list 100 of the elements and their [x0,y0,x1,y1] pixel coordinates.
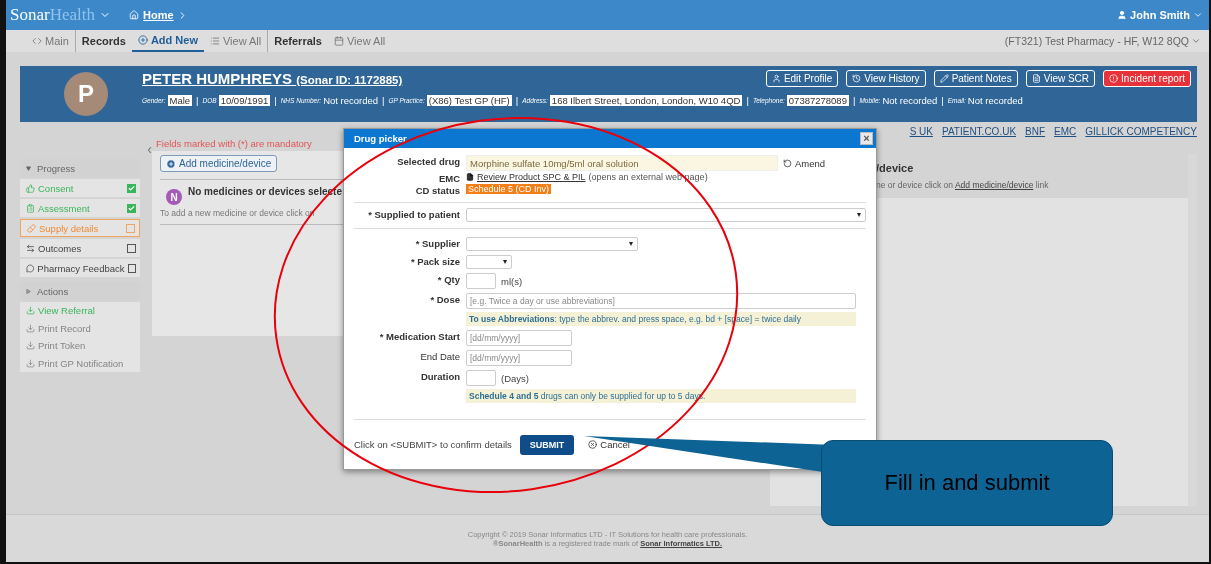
dropdown-arrow-icon [857,213,861,217]
nav-tab[interactable]: Referrals [267,30,328,52]
review-product-link[interactable]: Review Product SPC & PIL [477,172,586,182]
amend-link[interactable]: Amend [783,157,826,169]
nav-tab[interactable]: Records [74,30,132,52]
reference-link[interactable]: S UK [909,126,933,142]
reference-link[interactable]: GILLICK COMPETENCY [1085,126,1197,142]
field-label: * Pack size [409,255,460,267]
date-field[interactable]: [dd/mm/yyyy] [466,350,572,366]
pencil-icon [939,74,949,83]
field-label: * Dose [429,293,460,305]
home-icon [129,10,139,20]
patient-name[interactable]: PETER HUMPHREYS (Sonar ID: 1172885) [142,70,403,87]
panel-heading: /device [876,162,915,174]
nav-tab[interactable]: View All [203,30,268,52]
reference-link[interactable]: EMC [1054,126,1077,142]
download-icon [26,358,35,368]
pill-icon [27,223,36,233]
patient-action-button[interactable]: Edit Profile [765,70,839,87]
download-icon [26,323,35,333]
home-link[interactable]: Home [143,9,174,21]
field-label: Duration [419,370,460,382]
dropdown-field[interactable] [466,208,866,222]
separator: | [941,95,944,106]
unit-label: ml(s) [501,275,523,287]
field-label: * Supplier [414,237,460,249]
field-label: * Medication Start [378,330,460,342]
separator: | [746,95,749,106]
reference-link[interactable]: BNF [1025,126,1046,142]
patient-action-button[interactable]: View History [846,70,926,87]
chevron-down-icon [1191,36,1201,46]
document-icon [1031,74,1041,83]
separator: | [274,95,277,106]
patient-action-button[interactable]: Incident report [1103,70,1191,87]
field-label: * Qty [436,273,460,285]
separator: | [196,95,199,106]
detail-value: 07387278089 [786,95,849,106]
mandatory-note: Fields marked with (*) are mandatory [155,137,313,151]
dropdown-field[interactable] [466,237,638,251]
input-field[interactable] [466,273,496,289]
add-medicine-button[interactable]: Add medicine/device [160,155,278,172]
detail-value: 10/09/1991 [218,95,271,106]
separator: | [515,95,519,106]
cd-status-badge: Schedule 5 (CD Inv) [466,184,552,194]
field-label: CD status [414,184,460,196]
dropdown-arrow-icon [503,260,507,264]
submit-instruction: Click on <SUBMIT> to confirm details [354,439,512,450]
calendar-icon [333,36,344,46]
close-circle-icon [588,440,598,449]
selected-drug-field: Morphine sulfate 10mg/5ml oral solution [466,155,778,171]
dialog-title: Drug picker [354,133,407,144]
thumbs-up-icon [26,183,35,193]
brand-logo[interactable]: SonarHealth [10,5,95,25]
field-label: End Date [419,350,460,362]
detail-value: 168 Ilbert Street, London, London, W10 4QD [549,95,743,106]
detail-value: Not recorded [323,95,379,106]
reference-link[interactable]: PATIENT.CO.UK [941,126,1017,142]
unit-label: (Days) [501,372,529,384]
arrows-icon [26,243,35,253]
callout-note: Fill in and submit [821,440,1113,526]
submit-button[interactable]: SUBMIT [519,434,575,455]
add-medicine-link[interactable]: Add medicine/device [954,180,1034,190]
input-field[interactable] [466,370,496,386]
cancel-link[interactable]: Cancel [588,439,630,450]
progress-step[interactable]: Outcomes [20,239,140,257]
separator: | [852,95,856,106]
download-icon [26,306,35,316]
dropdown-field[interactable] [466,255,512,269]
document-icon [466,173,474,181]
link-note: (opens an external web page) [588,172,708,182]
nav-tab[interactable]: View All [327,30,392,52]
progress-step[interactable]: Pharmacy Feedback [20,259,140,277]
close-button[interactable]: × [860,132,873,145]
patient-avatar: P [64,72,108,116]
user-menu[interactable]: John Smith [1117,9,1203,21]
patient-action-button[interactable]: Patient Notes [933,70,1018,87]
chat-icon [26,263,35,273]
collapse-button[interactable]: ‹ [147,142,152,156]
chevron-down-icon [1193,10,1203,20]
alert-icon [1109,74,1119,83]
nav-tab[interactable]: Main [26,30,75,52]
patient-action-button[interactable]: View SCR [1025,70,1096,87]
detail-value: Not recorded [967,95,1023,106]
history-icon [852,74,862,83]
clipboard-icon [26,203,35,213]
detail-value: (X86) Test GP (HF) [426,95,512,106]
pharmacy-selector[interactable]: (FT321) Test Pharmacy - HF, W12 8QQ [1004,35,1201,47]
field-label: EMC [437,172,460,184]
plus-circle-icon [166,158,176,169]
dropdown-arrow-icon [629,242,633,246]
detail-value: Not recorded [882,95,938,106]
field-label: * Supplied to patient [367,208,460,220]
field-label: Selected drug [396,155,460,167]
list-icon [209,36,220,46]
download-icon [26,341,35,351]
nav-tab[interactable]: Add New [131,30,204,52]
date-field[interactable]: [dd/mm/yyyy] [466,330,572,346]
user-icon [1117,10,1128,20]
input-field[interactable]: [e.g. Twice a day or use abbreviations] [466,293,856,309]
code-icon [32,36,42,46]
